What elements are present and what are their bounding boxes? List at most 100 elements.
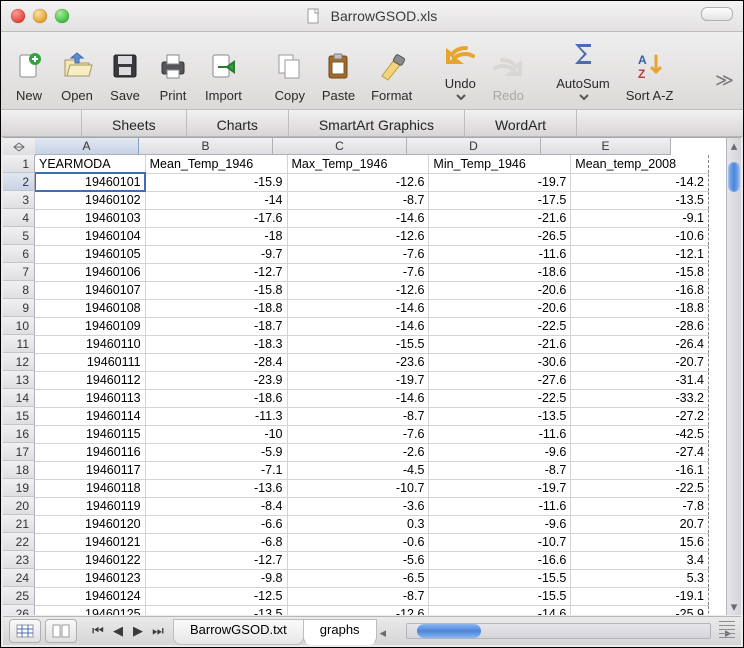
cell[interactable]: -14 [145,191,287,209]
cell[interactable]: -16.6 [429,551,571,569]
cell[interactable]: -9.6 [429,443,571,461]
cell[interactable]: -15.5 [429,587,571,605]
row-header[interactable]: 3 [3,191,35,209]
cell[interactable]: -18.3 [145,335,287,353]
cell[interactable]: -28.6 [571,317,709,335]
cell[interactable]: -6.5 [287,569,429,587]
resize-handle[interactable] [719,621,735,641]
paste-button[interactable]: Paste [314,50,363,109]
cell[interactable]: -18.7 [145,317,287,335]
cell[interactable]: Max_Temp_1946 [287,155,429,173]
sort-az-button[interactable]: AZ Sort A-Z [618,38,682,109]
cell[interactable]: -23.6 [287,353,429,371]
redo-button[interactable]: Redo [484,38,532,109]
cell[interactable]: -19.1 [571,587,709,605]
row-header[interactable]: 10 [3,317,35,335]
cell[interactable]: Mean_temp_2008 [571,155,709,173]
cell[interactable]: 20.7 [571,515,709,533]
cell-grid[interactable]: YEARMODAMean_Temp_1946Max_Temp_1946Min_T… [35,155,727,615]
viewtab-smartart[interactable]: SmartArt Graphics [289,110,465,136]
cell[interactable]: -4.5 [287,461,429,479]
cell[interactable]: -19.7 [287,371,429,389]
cell[interactable]: -13.5 [145,605,287,615]
sheet-tab[interactable]: graphs [303,619,377,645]
cell[interactable]: 19460107 [35,281,145,299]
cell[interactable]: -22.5 [429,389,571,407]
cell[interactable]: 3.4 [571,551,709,569]
cell[interactable]: -0.6 [287,533,429,551]
cell[interactable]: -14.6 [429,605,571,615]
cell[interactable]: -11.6 [429,497,571,515]
row-header[interactable]: 8 [3,281,35,299]
cell[interactable]: -12.6 [287,605,429,615]
new-button[interactable]: New [5,50,53,109]
vertical-scrollbar[interactable]: ▴ ▾ [726,138,741,615]
cell[interactable]: 19460124 [35,587,145,605]
normal-view-button[interactable] [9,619,41,643]
cell[interactable]: -8.4 [145,497,287,515]
cell[interactable]: -12.6 [287,281,429,299]
row-header[interactable]: 19 [3,479,35,497]
cell[interactable]: -19.7 [429,479,571,497]
cell[interactable]: 19460113 [35,389,145,407]
scroll-down-arrow[interactable]: ▾ [727,601,741,613]
row-header[interactable]: 22 [3,533,35,551]
cell[interactable]: -5.9 [145,443,287,461]
cell[interactable]: -27.4 [571,443,709,461]
cell[interactable]: -13.5 [429,407,571,425]
cell[interactable]: 19460121 [35,533,145,551]
cell[interactable]: 19460105 [35,245,145,263]
cell[interactable]: -26.4 [571,335,709,353]
scroll-up-arrow[interactable]: ▴ [727,140,741,152]
cell[interactable]: -11.6 [429,245,571,263]
cell[interactable]: 15.6 [571,533,709,551]
cell[interactable]: -22.5 [571,479,709,497]
cell[interactable]: -10.7 [429,533,571,551]
cell[interactable]: -18.6 [145,389,287,407]
cell[interactable]: -20.7 [571,353,709,371]
close-button[interactable] [11,9,25,23]
cell[interactable]: -9.1 [571,209,709,227]
cell[interactable]: -18.8 [571,299,709,317]
row-header[interactable]: 4 [3,209,35,227]
cell[interactable]: 19460115 [35,425,145,443]
cell[interactable]: -21.6 [429,335,571,353]
cell[interactable]: -14.6 [287,317,429,335]
cell[interactable]: -23.9 [145,371,287,389]
cell[interactable]: -20.6 [429,281,571,299]
cell[interactable]: -15.8 [571,263,709,281]
cell[interactable]: -33.2 [571,389,709,407]
row-header[interactable]: 14 [3,389,35,407]
row-header[interactable]: 1 [3,155,35,173]
cell[interactable]: 19460108 [35,299,145,317]
row-header[interactable]: 20 [3,497,35,515]
cell[interactable]: -12.5 [145,587,287,605]
vertical-scroll-thumb[interactable] [728,162,740,192]
cell[interactable]: -10 [145,425,287,443]
viewtab-charts[interactable]: Charts [187,110,289,136]
tab-prev-button[interactable]: ◀ [109,622,127,640]
cell[interactable]: -7.6 [287,245,429,263]
cell[interactable]: -15.5 [429,569,571,587]
cell[interactable]: -10.7 [287,479,429,497]
cell[interactable]: 19460122 [35,551,145,569]
print-button[interactable]: Print [149,50,197,109]
cell[interactable]: -17.6 [145,209,287,227]
cell[interactable]: -19.7 [429,173,571,191]
cell[interactable]: -17.5 [429,191,571,209]
cell[interactable]: -30.6 [429,353,571,371]
cell[interactable]: -14.6 [287,389,429,407]
copy-button[interactable]: Copy [266,50,314,109]
row-header[interactable]: 24 [3,569,35,587]
cell[interactable]: -26.5 [429,227,571,245]
cell[interactable]: -18 [145,227,287,245]
cell[interactable]: -14.6 [287,209,429,227]
sheet-tab[interactable]: BarrowGSOD.txt [173,619,304,645]
row-header[interactable]: 21 [3,515,35,533]
page-layout-view-button[interactable] [45,619,77,643]
row-header[interactable]: 26 [3,605,35,615]
cell[interactable]: -11.6 [429,425,571,443]
row-header[interactable]: 23 [3,551,35,569]
column-header[interactable]: C [273,138,407,155]
row-header[interactable]: 25 [3,587,35,605]
